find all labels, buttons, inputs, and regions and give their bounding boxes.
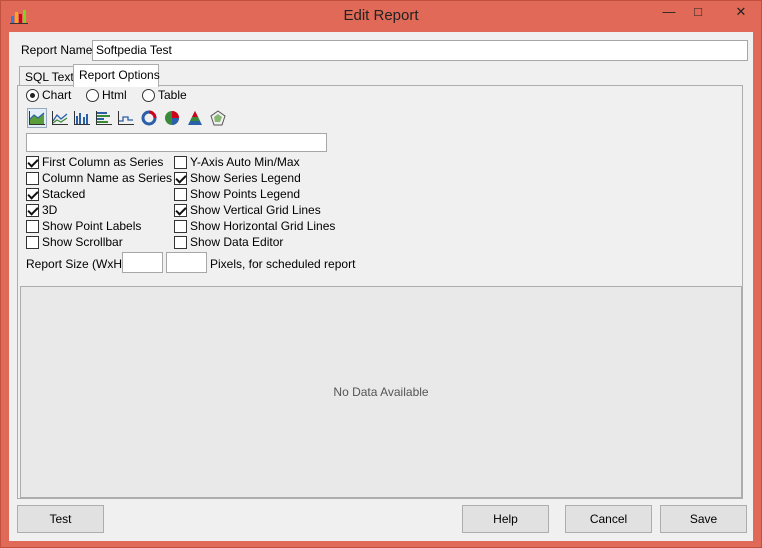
chart-preview-area: No Data Available (20, 286, 742, 498)
radio-html-label: Html (102, 88, 127, 102)
radio-chart-label: Chart (42, 88, 72, 102)
step-line-chart-icon[interactable] (116, 108, 136, 128)
close-icon[interactable]: ✕ (727, 3, 755, 21)
checkbox[interactable] (26, 187, 39, 201)
line-chart-icon[interactable] (50, 108, 70, 128)
option-show-point-labels[interactable]: Show Point Labels (26, 219, 141, 233)
tab-report-options[interactable]: Report Options (73, 64, 160, 87)
horizontal-bar-chart-icon[interactable] (94, 108, 114, 128)
option-y-axis-auto-min-max[interactable]: Y-Axis Auto Min/Max (174, 155, 300, 169)
radio-table[interactable]: Table (142, 88, 187, 102)
report-name-label: Report Name: (21, 43, 96, 57)
cancel-button[interactable]: Cancel (565, 505, 652, 533)
radio-table-label: Table (158, 88, 187, 102)
checkbox[interactable] (26, 155, 39, 169)
option-label: First Column as Series (42, 155, 164, 169)
chart-title-input[interactable] (26, 133, 327, 152)
option-label: Show Points Legend (190, 187, 301, 201)
minimize-icon[interactable]: — (656, 3, 682, 21)
option-label: 3D (42, 203, 58, 217)
maximize-icon[interactable]: □ (685, 3, 711, 21)
pie-chart-icon[interactable] (162, 108, 182, 128)
option-show-points-legend[interactable]: Show Points Legend (174, 187, 300, 201)
option-first-column-as-series[interactable]: First Column as Series (26, 155, 163, 169)
test-button[interactable]: Test (17, 505, 104, 533)
checkbox[interactable] (174, 235, 187, 249)
chart-type-toolbar (26, 108, 226, 130)
window-title: Edit Report (343, 7, 419, 24)
option-label: Y-Axis Auto Min/Max (190, 155, 300, 169)
option-show-vertical-grid-lines[interactable]: Show Vertical Grid Lines (174, 203, 321, 217)
option-show-series-legend[interactable]: Show Series Legend (174, 171, 301, 185)
checkbox[interactable] (174, 219, 187, 233)
checkbox[interactable] (174, 187, 187, 201)
radio-table-indicator[interactable] (142, 88, 155, 102)
checkbox[interactable] (174, 155, 187, 169)
pyramid-chart-icon[interactable] (185, 108, 205, 128)
report-options-panel: Chart Html Table First Column as Series … (17, 85, 743, 499)
report-width-input[interactable] (122, 252, 163, 273)
checkbox[interactable] (174, 203, 187, 217)
option-stacked[interactable]: Stacked (26, 187, 85, 201)
help-button[interactable]: Help (462, 505, 549, 533)
no-data-message: No Data Available (333, 385, 429, 399)
checkbox[interactable] (26, 203, 39, 217)
option-label: Show Scrollbar (42, 235, 123, 249)
title-bar[interactable]: Edit Report — □ ✕ (1, 1, 761, 31)
dialog-body: Report Name: Softpedia Test SQL Text Rep… (9, 32, 753, 541)
option-label: Show Vertical Grid Lines (190, 203, 321, 217)
option-3d[interactable]: 3D (26, 203, 57, 217)
option-label: Show Horizontal Grid Lines (190, 219, 336, 233)
option-label: Column Name as Series (42, 171, 173, 185)
report-height-input[interactable] (166, 252, 207, 273)
donut-chart-icon[interactable] (139, 108, 159, 128)
edit-report-window: Edit Report — □ ✕ Report Name: Softpedia… (0, 0, 762, 548)
save-button[interactable]: Save (660, 505, 747, 533)
option-label: Stacked (42, 187, 86, 201)
area-chart-icon[interactable] (27, 108, 47, 128)
tab-sql-text[interactable]: SQL Text (19, 66, 75, 86)
report-name-input[interactable]: Softpedia Test (92, 40, 748, 61)
radio-chart[interactable]: Chart (26, 88, 71, 102)
report-size-label: Report Size (WxH): (26, 257, 130, 271)
checkbox[interactable] (174, 171, 187, 185)
option-show-data-editor[interactable]: Show Data Editor (174, 235, 283, 249)
option-show-horizontal-grid-lines[interactable]: Show Horizontal Grid Lines (174, 219, 335, 233)
checkbox[interactable] (26, 171, 39, 185)
option-label: Show Series Legend (190, 171, 301, 185)
radio-chart-indicator[interactable] (26, 88, 39, 102)
option-column-name-as-series[interactable]: Column Name as Series (26, 171, 172, 185)
checkbox[interactable] (26, 235, 39, 249)
radio-html-indicator[interactable] (86, 88, 99, 102)
radio-html[interactable]: Html (86, 88, 127, 102)
option-label: Show Data Editor (190, 235, 284, 249)
radar-chart-icon[interactable] (208, 108, 228, 128)
option-show-scrollbar[interactable]: Show Scrollbar (26, 235, 123, 249)
bar-chart-icon[interactable] (72, 108, 92, 128)
report-size-suffix: Pixels, for scheduled report (210, 257, 356, 271)
option-label: Show Point Labels (42, 219, 142, 233)
checkbox[interactable] (26, 219, 39, 233)
